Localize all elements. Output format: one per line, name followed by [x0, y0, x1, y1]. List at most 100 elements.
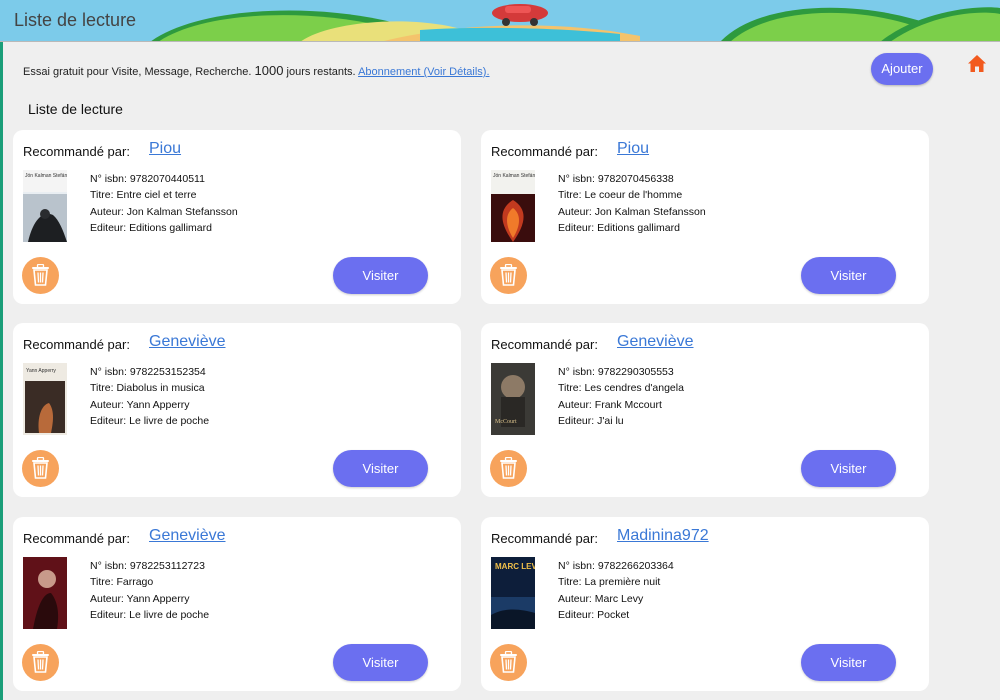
isbn-value: 9782266203364 [597, 560, 674, 572]
book-cover-image: McCourt [491, 363, 535, 435]
author-row: Auteur: Jon Kalman Stefansson [90, 204, 238, 220]
trash-icon [500, 264, 517, 286]
cover-text: Jón Kalman Stefánsson [493, 173, 535, 179]
recommender-link[interactable]: Piou [149, 140, 181, 158]
title-row: Titre: Farrago [90, 574, 209, 590]
visit-button[interactable]: Visiter [801, 644, 896, 681]
publisher-row: Editeur: Le livre de poche [90, 413, 209, 429]
visit-button[interactable]: Visiter [333, 257, 428, 294]
isbn-value: 9782070440511 [129, 173, 205, 185]
recommender-link[interactable]: Geneviève [149, 333, 226, 351]
header-banner: Liste de lecture [0, 0, 1000, 42]
book-card: Recommandé par: Geneviève Yann Apperry N… [13, 323, 461, 497]
recommended-by-label: Recommandé par: [23, 144, 130, 159]
visit-button[interactable]: Visiter [801, 450, 896, 487]
trial-days-suffix: jours restants. [286, 66, 356, 78]
author-value: Marc Levy [594, 592, 644, 605]
recommender-link[interactable]: Geneviève [149, 527, 226, 545]
trash-icon [32, 457, 49, 479]
publisher-label: Editeur: [90, 608, 127, 621]
isbn-label: N° isbn: [90, 366, 127, 378]
publisher-value: Editions gallimard [129, 221, 212, 234]
isbn-value: 9782070456338 [597, 173, 674, 185]
recommended-by-label: Recommandé par: [23, 531, 130, 546]
recommender-link[interactable]: Piou [617, 140, 649, 158]
publisher-row: Editeur: Pocket [558, 607, 674, 623]
book-card: Recommandé par: Geneviève N° isbn: 97822… [13, 517, 461, 691]
cover-text: Jón Kalman Stefánsson [25, 173, 67, 179]
book-details: N° isbn: 9782070456338 Titre: Le coeur d… [558, 171, 706, 236]
publisher-label: Editeur: [558, 414, 595, 427]
delete-button[interactable] [22, 450, 59, 487]
recommender-link[interactable]: Madinina972 [617, 527, 709, 545]
publisher-row: Editeur: Editions gallimard [558, 220, 706, 236]
book-card: Recommandé par: Piou Jón Kalman Stefánss… [481, 130, 929, 304]
title-row: Titre: Les cendres d'angela [558, 380, 684, 396]
visit-button[interactable]: Visiter [801, 257, 896, 294]
author-label: Auteur: [90, 592, 124, 605]
isbn-value: 9782253152354 [129, 366, 206, 378]
title-value: Diabolus in musica [116, 382, 205, 395]
cover-text: McCourt [495, 419, 517, 425]
book-details: N° isbn: 9782253112723 Titre: Farrago Au… [90, 558, 209, 623]
book-cover-image [23, 557, 67, 629]
isbn-row: N° isbn: 9782070440511 [90, 171, 238, 187]
trash-icon [32, 264, 49, 286]
author-value: Jon Kalman Stefansson [594, 205, 706, 218]
title-label: Titre: [90, 189, 114, 202]
title-value: Farrago [116, 576, 154, 589]
delete-button[interactable] [490, 450, 527, 487]
author-label: Auteur: [558, 205, 592, 218]
isbn-row: N° isbn: 9782266203364 [558, 558, 674, 574]
home-icon[interactable] [967, 54, 987, 74]
delete-button[interactable] [490, 644, 527, 681]
delete-button[interactable] [22, 644, 59, 681]
recommended-by-label: Recommandé par: [23, 337, 130, 352]
trial-text: Essai gratuit pour Visite, Message, Rech… [23, 66, 252, 78]
delete-button[interactable] [490, 257, 527, 294]
publisher-value: J'ai lu [597, 414, 624, 427]
title-value: Les cendres d'angela [584, 382, 684, 395]
isbn-label: N° isbn: [558, 366, 595, 378]
isbn-label: N° isbn: [558, 560, 595, 572]
left-edge-stripe [0, 42, 3, 700]
title-value: Le coeur de l'homme [584, 189, 683, 202]
author-row: Auteur: Yann Apperry [90, 591, 209, 607]
book-card: Recommandé par: Madinina972 MARC LEVY N°… [481, 517, 929, 691]
visit-button[interactable]: Visiter [333, 450, 428, 487]
isbn-label: N° isbn: [90, 173, 127, 185]
cover-text: MARC LEVY [495, 562, 535, 571]
recommender-link[interactable]: Geneviève [617, 333, 694, 351]
trial-notice: Essai gratuit pour Visite, Message, Rech… [23, 63, 490, 78]
isbn-row: N° isbn: 9782070456338 [558, 171, 706, 187]
isbn-row: N° isbn: 9782253112723 [90, 558, 209, 574]
book-details: N° isbn: 9782266203364 Titre: La premièr… [558, 558, 674, 623]
delete-button[interactable] [22, 257, 59, 294]
title-label: Titre: [558, 189, 582, 202]
subscription-link[interactable]: Abonnement (Voir Détails). [358, 66, 489, 78]
author-value: Yann Apperry [126, 398, 190, 411]
visit-button[interactable]: Visiter [333, 644, 428, 681]
author-row: Auteur: Jon Kalman Stefansson [558, 204, 706, 220]
author-row: Auteur: Yann Apperry [90, 397, 209, 413]
publisher-label: Editeur: [558, 608, 595, 621]
publisher-label: Editeur: [558, 221, 595, 234]
publisher-row: Editeur: J'ai lu [558, 413, 684, 429]
publisher-row: Editeur: Le livre de poche [90, 607, 209, 623]
book-details: N° isbn: 9782070440511 Titre: Entre ciel… [90, 171, 238, 236]
banner-landscape [0, 0, 1000, 41]
book-details: N° isbn: 9782290305553 Titre: Les cendre… [558, 364, 684, 429]
book-cover-image: Yann Apperry [23, 363, 67, 435]
author-label: Auteur: [90, 205, 124, 218]
add-button[interactable]: Ajouter [871, 53, 933, 85]
author-row: Auteur: Marc Levy [558, 591, 674, 607]
trash-icon [32, 651, 49, 673]
title-label: Titre: [558, 576, 582, 589]
title-row: Titre: Entre ciel et terre [90, 187, 238, 203]
publisher-value: Le livre de poche [129, 414, 210, 427]
title-label: Titre: [90, 382, 114, 395]
author-value: Yann Apperry [126, 592, 190, 605]
title-row: Titre: Diabolus in musica [90, 380, 209, 396]
title-value: La première nuit [584, 576, 661, 589]
book-cover-image: MARC LEVY [491, 557, 535, 629]
